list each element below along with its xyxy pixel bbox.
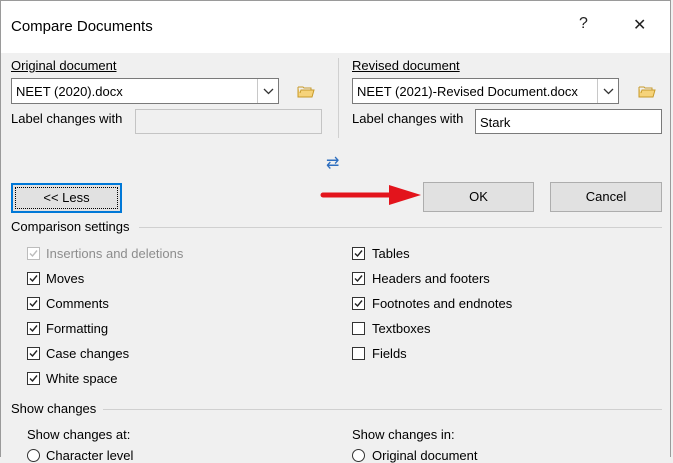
white-space-checkbox[interactable] [27,372,40,385]
comparison-settings-heading: Comparison settings [11,219,130,234]
chevron-down-icon[interactable] [257,79,278,103]
original-document-label: Original document [11,58,117,73]
show-changes-at-label: Show changes at: [27,427,131,442]
footnotes-endnotes-label: Footnotes and endnotes [372,296,513,311]
ok-button[interactable]: OK [423,182,534,212]
footnotes-endnotes-checkbox[interactable] [352,297,365,310]
revised-label-changes-input[interactable]: Stark [475,109,662,134]
case-changes-checkbox[interactable] [27,347,40,360]
formatting-checkbox[interactable] [27,322,40,335]
original-label-changes-label: Label changes with [11,111,123,126]
comments-checkbox[interactable] [27,297,40,310]
compare-documents-dialog: Compare Documents ? ✕ Original document … [0,0,671,463]
original-document-radio[interactable] [352,449,365,462]
moves-checkbox[interactable] [27,272,40,285]
tables-checkbox[interactable] [352,247,365,260]
fields-label: Fields [372,346,407,361]
comments-label: Comments [46,296,109,311]
character-level-radio[interactable] [27,449,40,462]
white-space-label: White space [46,371,118,386]
show-changes-in-label: Show changes in: [352,427,455,442]
revised-document-label: Revised document [352,58,460,73]
swap-documents-icon[interactable]: ⇄ [326,153,339,173]
show-changes-separator [103,409,662,410]
show-changes-heading: Show changes [11,401,97,416]
title-bar: Compare Documents ? ✕ [1,1,670,53]
moves-label: Moves [46,271,85,286]
dialog-title: Compare Documents [11,18,153,35]
browse-folder-icon[interactable] [297,84,315,98]
close-button[interactable]: ✕ [633,15,646,35]
insertions-deletions-label: Insertions and deletions [46,246,184,261]
revised-label-changes-label: Label changes with [352,111,464,126]
browse-folder-icon[interactable] [638,84,656,98]
less-button[interactable]: << Less [11,183,122,213]
red-arrow-annotation [320,185,421,205]
comparison-settings-separator [139,227,662,228]
help-button[interactable]: ? [579,15,588,33]
revised-document-value: NEET (2021)-Revised Document.docx [357,84,578,99]
original-document-combo[interactable]: NEET (2020).docx [11,78,279,104]
character-level-label: Character level [46,448,134,463]
headers-footers-label: Headers and footers [372,271,490,286]
tables-label: Tables [372,246,410,261]
original-document-value: NEET (2020).docx [16,84,123,99]
revised-document-combo[interactable]: NEET (2021)-Revised Document.docx [352,78,619,104]
original-document-option-label: Original document [372,448,478,463]
case-changes-label: Case changes [46,346,130,361]
headers-footers-checkbox[interactable] [352,272,365,285]
chevron-down-icon[interactable] [597,79,618,103]
textboxes-checkbox[interactable] [352,322,365,335]
section-divider [338,58,339,138]
textboxes-label: Textboxes [372,321,431,336]
insertions-deletions-checkbox [27,247,40,260]
cancel-button[interactable]: Cancel [550,182,662,212]
formatting-label: Formatting [46,321,109,336]
fields-checkbox[interactable] [352,347,365,360]
original-label-changes-input [135,109,322,134]
